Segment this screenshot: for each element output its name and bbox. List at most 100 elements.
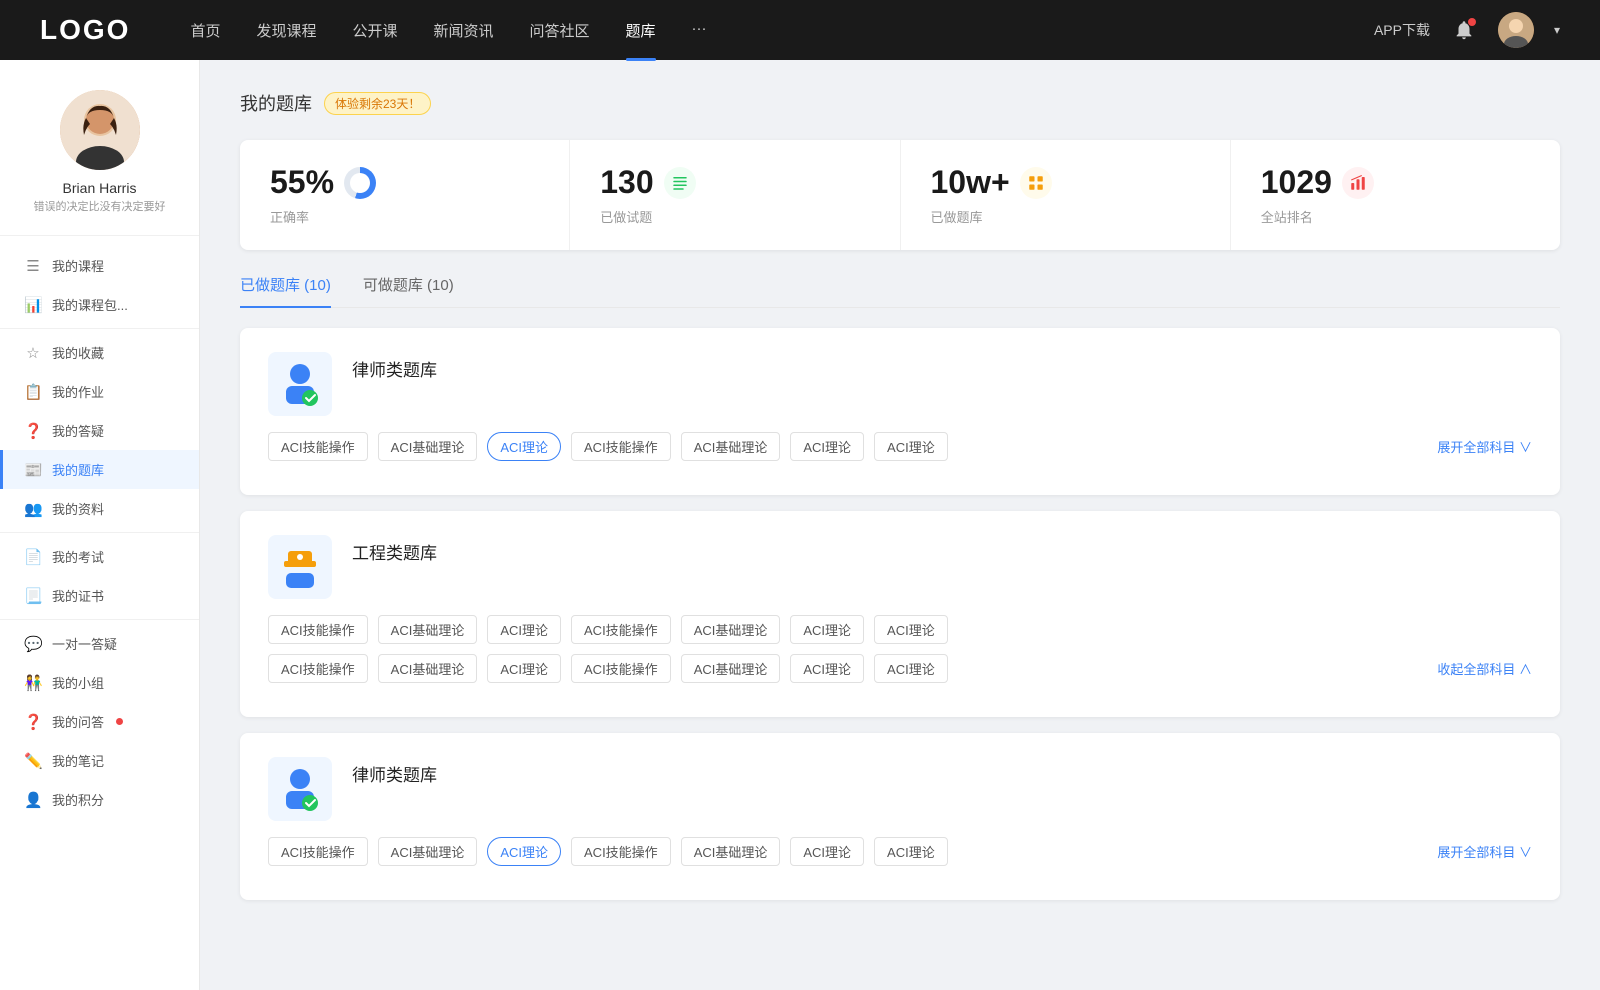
qbank-lawyer-2-name-wrap: 律师类题库	[352, 757, 437, 786]
sidebar-menu: ☰ 我的课程 📊 我的课程包... ☆ 我的收藏 📋 我的作业 ❓ 我的答疑 📰	[0, 246, 199, 819]
tab-done-banks[interactable]: 已做题库 (10)	[240, 274, 331, 307]
tag-2-8[interactable]: ACI技能操作	[268, 654, 368, 683]
menu-notes-label: 我的笔记	[52, 751, 104, 770]
qbank-lawyer-2-name: 律师类题库	[352, 757, 437, 786]
tag-2-11[interactable]: ACI技能操作	[571, 654, 671, 683]
tag-3-1[interactable]: ACI技能操作	[268, 837, 368, 866]
grid-icon	[1027, 174, 1045, 192]
notes-icon: ✏️	[24, 752, 42, 770]
nav-qbank[interactable]: 题库	[626, 20, 656, 41]
tag-2-7[interactable]: ACI理论	[874, 615, 948, 644]
menu-certificates[interactable]: 📃 我的证书	[0, 576, 199, 615]
stat-accuracy-value: 55%	[270, 164, 334, 201]
menu-group[interactable]: 👫 我的小组	[0, 663, 199, 702]
stat-ranking: 1029 全站排名	[1231, 140, 1560, 250]
menu-myqa[interactable]: ❓ 我的问答	[0, 702, 199, 741]
tag-1-4[interactable]: ACI技能操作	[571, 432, 671, 461]
tag-1-3[interactable]: ACI理论	[487, 432, 561, 461]
user-avatar-image	[60, 90, 140, 170]
tag-2-3[interactable]: ACI理论	[487, 615, 561, 644]
list-stat-icon	[664, 167, 696, 199]
menu-certificates-label: 我的证书	[52, 586, 104, 605]
avatar-image	[1498, 12, 1534, 48]
tag-2-9[interactable]: ACI基础理论	[378, 654, 478, 683]
menu-course-packages-label: 我的课程包...	[52, 295, 128, 314]
menu-favorites[interactable]: ☆ 我的收藏	[0, 333, 199, 372]
menu-favorites-label: 我的收藏	[52, 343, 104, 362]
menu-points[interactable]: 👤 我的积分	[0, 780, 199, 819]
star-icon: ☆	[24, 344, 42, 362]
qbank-icon: 📰	[24, 461, 42, 479]
menu-materials[interactable]: 👥 我的资料	[0, 489, 199, 528]
tag-1-6[interactable]: ACI理论	[790, 432, 864, 461]
main-content: 我的题库 体验剩余23天！ 55% 正确率 130	[200, 60, 1600, 990]
menu-exams[interactable]: 📄 我的考试	[0, 537, 199, 576]
qbank-card-lawyer-1: 律师类题库 ACI技能操作 ACI基础理论 ACI理论 ACI技能操作 ACI基…	[240, 328, 1560, 495]
nav-home[interactable]: 首页	[190, 20, 220, 41]
tag-2-4[interactable]: ACI技能操作	[571, 615, 671, 644]
menu-homework[interactable]: 📋 我的作业	[0, 372, 199, 411]
myqa-icon: ❓	[24, 713, 42, 731]
lawyer-figure-svg	[276, 360, 324, 408]
notification-bell[interactable]	[1450, 16, 1478, 44]
tag-3-2[interactable]: ACI基础理论	[378, 837, 478, 866]
stat-done-banks-value: 10w+	[931, 164, 1010, 201]
stat-accuracy-label: 正确率	[270, 207, 539, 226]
nav-dropdown-arrow[interactable]: ▾	[1554, 23, 1560, 37]
tag-1-2[interactable]: ACI基础理论	[378, 432, 478, 461]
list-icon	[671, 174, 689, 192]
tag-2-1[interactable]: ACI技能操作	[268, 615, 368, 644]
app-download-button[interactable]: APP下载	[1374, 20, 1430, 40]
tag-3-6[interactable]: ACI理论	[790, 837, 864, 866]
nav-opencourse[interactable]: 公开课	[352, 20, 397, 41]
qa-notification-dot	[116, 718, 123, 725]
nav-discover[interactable]: 发现课程	[256, 20, 316, 41]
tag-3-3[interactable]: ACI理论	[487, 837, 561, 866]
tag-2-10[interactable]: ACI理论	[487, 654, 561, 683]
nav-news[interactable]: 新闻资讯	[434, 20, 494, 41]
menu-my-courses[interactable]: ☰ 我的课程	[0, 246, 199, 285]
stat-accuracy: 55% 正确率	[240, 140, 570, 250]
menu-oneone[interactable]: 💬 一对一答疑	[0, 624, 199, 663]
notification-dot	[1468, 18, 1476, 26]
expand-lawyer-2[interactable]: 展开全部科目 ∨	[1437, 841, 1532, 864]
tag-2-12[interactable]: ACI基础理论	[681, 654, 781, 683]
user-avatar-nav[interactable]	[1498, 12, 1534, 48]
nav-links: 首页 发现课程 公开课 新闻资讯 问答社区 题库 ···	[190, 20, 1374, 41]
expand-lawyer-1[interactable]: 展开全部科目 ∨	[1437, 436, 1532, 459]
homework-icon: 📋	[24, 383, 42, 401]
tag-2-14[interactable]: ACI理论	[874, 654, 948, 683]
cert-icon: 📃	[24, 587, 42, 605]
menu-materials-label: 我的资料	[52, 499, 104, 518]
stat-ranking-value: 1029	[1261, 164, 1332, 201]
menu-notes[interactable]: ✏️ 我的笔记	[0, 741, 199, 780]
trial-badge: 体验剩余23天！	[324, 92, 431, 115]
user-name: Brian Harris	[63, 180, 137, 196]
nav-more[interactable]: ···	[692, 20, 707, 41]
tag-3-5[interactable]: ACI基础理论	[681, 837, 781, 866]
menu-qbank[interactable]: 📰 我的题库	[0, 450, 199, 489]
menu-exams-label: 我的考试	[52, 547, 104, 566]
menu-questions[interactable]: ❓ 我的答疑	[0, 411, 199, 450]
tag-2-6[interactable]: ACI理论	[790, 615, 864, 644]
user-profile: Brian Harris 错误的决定比没有决定要好	[0, 90, 199, 236]
nav-qa[interactable]: 问答社区	[530, 20, 590, 41]
stat-accuracy-top: 55%	[270, 164, 539, 201]
tags-row-lawyer-1: ACI技能操作 ACI基础理论 ACI理论 ACI技能操作 ACI基础理论 AC…	[268, 432, 1532, 461]
tag-1-7[interactable]: ACI理论	[874, 432, 948, 461]
tag-2-5[interactable]: ACI基础理论	[681, 615, 781, 644]
tag-2-2[interactable]: ACI基础理论	[378, 615, 478, 644]
tag-1-1[interactable]: ACI技能操作	[268, 432, 368, 461]
points-icon: 👤	[24, 791, 42, 809]
tab-bar: 已做题库 (10) 可做题库 (10)	[240, 274, 1560, 308]
tag-3-4[interactable]: ACI技能操作	[571, 837, 671, 866]
menu-points-label: 我的积分	[52, 790, 104, 809]
collapse-engineer[interactable]: 收起全部科目 ∧	[1437, 658, 1532, 681]
tag-2-13[interactable]: ACI理论	[790, 654, 864, 683]
tab-available-banks[interactable]: 可做题库 (10)	[363, 274, 454, 307]
user-avatar-sidebar	[60, 90, 140, 170]
tag-3-7[interactable]: ACI理论	[874, 837, 948, 866]
menu-course-packages[interactable]: 📊 我的课程包...	[0, 285, 199, 324]
tag-1-5[interactable]: ACI基础理论	[681, 432, 781, 461]
tags-row-engineer-2: ACI技能操作 ACI基础理论 ACI理论 ACI技能操作 ACI基础理论 AC…	[268, 654, 1532, 683]
